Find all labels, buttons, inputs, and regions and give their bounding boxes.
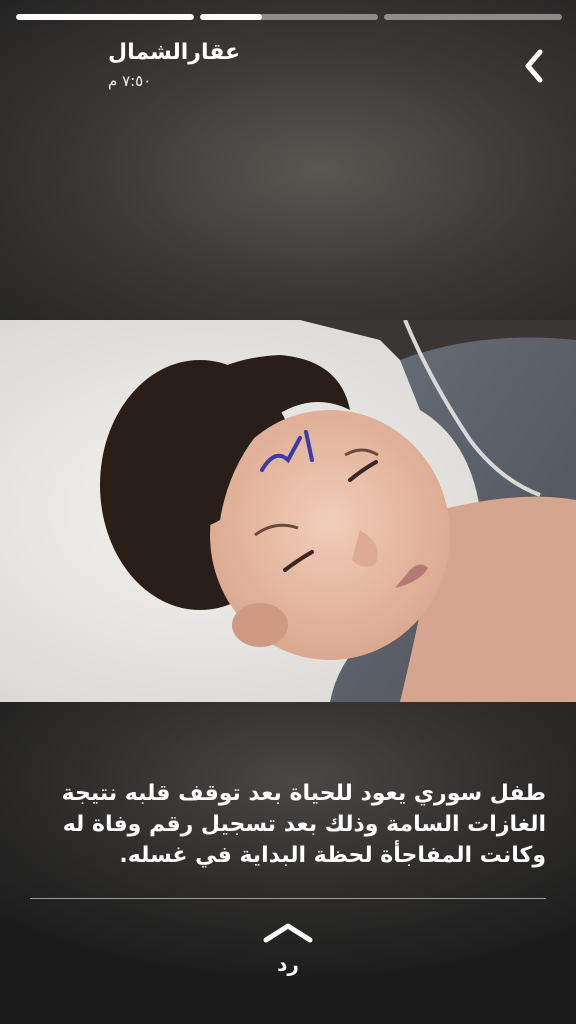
story-header: عقارالشمال ٧:٥٠ م (0, 36, 576, 100)
story-screen: عقارالشمال ٧:٥٠ م طفل سوري يعود للحياة ب… (0, 0, 576, 1024)
timestamp: ٧:٥٠ م (108, 72, 152, 90)
photo-child-image (0, 320, 576, 702)
chevron-right-icon (525, 49, 543, 83)
reply-button[interactable]: رد (238, 920, 338, 1000)
story-photo (0, 320, 576, 702)
progress-segment-3 (384, 14, 562, 20)
reply-label: رد (277, 952, 299, 976)
progress-segment-1 (16, 14, 194, 20)
chevron-up-icon (263, 923, 313, 943)
story-caption: طفل سوري يعود للحياة بعد توقف قلبه نتيجة… (61, 781, 546, 868)
back-button[interactable] (516, 46, 556, 86)
progress-segment-2 (200, 14, 378, 20)
username[interactable]: عقارالشمال (108, 40, 240, 65)
story-progress (16, 14, 562, 20)
divider (30, 898, 546, 899)
